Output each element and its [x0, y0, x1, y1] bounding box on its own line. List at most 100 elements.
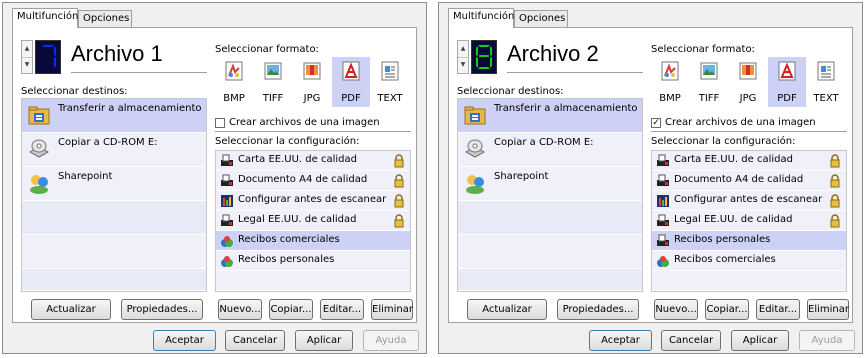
destinations-list[interactable]: Transferir a almacenamiento Copiar a CD-… — [21, 98, 207, 292]
format-pdf[interactable]: PDF — [768, 57, 806, 107]
spin-up-icon[interactable]: ▲ — [22, 41, 32, 58]
destination-copiar-cd-rom[interactable]: Copiar a CD-ROM E: — [22, 133, 206, 167]
cd-rom-icon — [464, 139, 486, 158]
setting-label: Legal EE.UU. de calidad — [238, 214, 357, 225]
destination-label: Transferir a almacenamiento — [494, 103, 638, 114]
scanner-icon — [221, 154, 233, 166]
sharepoint-icon — [30, 175, 48, 194]
tab-opciones[interactable]: Opciones — [78, 10, 132, 27]
lock-icon — [394, 194, 404, 208]
format-label-text: TEXT — [813, 93, 839, 104]
tab-opciones[interactable]: Opciones — [514, 10, 568, 27]
scan-window-2: Multifunción Opciones ▲ ▼ Archivo 2 Sele… — [438, 2, 863, 354]
setting-label: Recibos personales — [674, 234, 771, 245]
new-button[interactable]: Nuevo... — [218, 299, 262, 320]
tab-multifuncion[interactable]: Multifunción — [448, 8, 514, 28]
copy-button[interactable]: Copiar... — [705, 299, 749, 320]
format-label: Seleccionar formato: — [215, 44, 319, 55]
config-number-spinner[interactable]: ▲ ▼ — [457, 40, 499, 74]
empty-row — [652, 271, 846, 291]
format-tiff[interactable]: TIFF — [254, 57, 292, 107]
setting-carta-eeuu[interactable]: Carta EE.UU. de calidad — [652, 151, 846, 171]
setting-label: Carta EE.UU. de calidad — [674, 154, 793, 165]
scanner-icon — [221, 174, 233, 186]
sharepoint-icon — [466, 175, 484, 194]
destination-sharepoint[interactable]: Sharepoint — [22, 167, 206, 201]
apply-button[interactable]: Aplicar — [295, 330, 353, 351]
format-label-text: JPG — [303, 93, 321, 104]
setting-legal-eeuu[interactable]: Legal EE.UU. de calidad — [652, 211, 846, 231]
setting-configurar-antes[interactable]: Configurar antes de escanear — [216, 191, 410, 211]
refresh-button[interactable]: Actualizar — [467, 299, 547, 320]
destination-label: Transferir a almacenamiento — [58, 103, 202, 114]
destination-copiar-cd-rom[interactable]: Copiar a CD-ROM E: — [458, 133, 642, 167]
setting-recibos-comerciales[interactable]: Recibos comerciales — [216, 231, 410, 251]
config-title: Archivo 1 — [71, 41, 163, 66]
empty-row — [458, 201, 642, 235]
checkbox-label: Crear archivos de una imagen — [229, 117, 380, 128]
format-selector[interactable]: BMP TIFF JPG PDF TEXT — [651, 57, 847, 107]
tab-multifuncion[interactable]: Multifunción — [12, 8, 78, 28]
setting-label: Carta EE.UU. de calidad — [238, 154, 357, 165]
setting-recibos-personales[interactable]: Recibos personales — [652, 231, 846, 251]
setting-recibos-comerciales[interactable]: Recibos comerciales — [652, 251, 846, 271]
divider — [651, 131, 847, 132]
checkbox-box-checked[interactable]: ✓ — [651, 118, 661, 128]
apply-button[interactable]: Aplicar — [731, 330, 789, 351]
tiff-icon — [264, 62, 282, 80]
setting-label: Configurar antes de escanear — [238, 194, 387, 205]
ok-button[interactable]: Aceptar — [589, 330, 652, 351]
spin-up-icon[interactable]: ▲ — [458, 41, 468, 58]
format-text[interactable]: TEXT — [371, 57, 409, 107]
settings-list[interactable]: Carta EE.UU. de calidad Documento A4 de … — [215, 150, 411, 292]
delete-button[interactable]: Eliminar — [807, 299, 849, 320]
format-selector[interactable]: BMP TIFF JPG PDF TEXT — [215, 57, 411, 107]
empty-row — [458, 235, 642, 269]
destinations-list[interactable]: Transferir a almacenamiento Copiar a CD-… — [457, 98, 643, 292]
edit-button[interactable]: Editar... — [320, 299, 364, 320]
new-button[interactable]: Nuevo... — [654, 299, 698, 320]
destination-transferir-almacenamiento[interactable]: Transferir a almacenamiento — [22, 99, 206, 133]
settings-list[interactable]: Carta EE.UU. de calidad Documento A4 de … — [651, 150, 847, 292]
setting-documento-a4[interactable]: Documento A4 de calidad — [216, 171, 410, 191]
spin-buttons[interactable]: ▲ ▼ — [457, 40, 469, 74]
format-text[interactable]: TEXT — [807, 57, 845, 107]
setting-label: Documento A4 de calidad — [674, 174, 804, 185]
pdf-icon — [778, 61, 796, 81]
setting-documento-a4[interactable]: Documento A4 de calidad — [652, 171, 846, 191]
format-pdf[interactable]: PDF — [332, 57, 370, 107]
format-tiff[interactable]: TIFF — [690, 57, 728, 107]
refresh-button[interactable]: Actualizar — [31, 299, 111, 320]
destination-transferir-almacenamiento[interactable]: Transferir a almacenamiento — [458, 99, 642, 133]
format-bmp[interactable]: BMP — [215, 57, 253, 107]
setting-label: Recibos comerciales — [674, 254, 776, 265]
setting-configurar-antes[interactable]: Configurar antes de escanear — [652, 191, 846, 211]
setting-label: Configurar antes de escanear — [674, 194, 823, 205]
lock-icon — [394, 154, 404, 168]
copy-button[interactable]: Copiar... — [269, 299, 313, 320]
ok-button[interactable]: Aceptar — [153, 330, 216, 351]
jpg-icon — [303, 62, 321, 80]
format-label-text: BMP — [223, 93, 245, 104]
setting-carta-eeuu[interactable]: Carta EE.UU. de calidad — [216, 151, 410, 171]
destination-label: Copiar a CD-ROM E: — [58, 137, 158, 148]
empty-row — [22, 235, 206, 269]
cancel-button[interactable]: Cancelar — [225, 330, 285, 351]
edit-button[interactable]: Editar... — [756, 299, 800, 320]
cancel-button[interactable]: Cancelar — [661, 330, 721, 351]
checkbox-box[interactable] — [215, 118, 225, 128]
setting-legal-eeuu[interactable]: Legal EE.UU. de calidad — [216, 211, 410, 231]
format-bmp[interactable]: BMP — [651, 57, 689, 107]
setting-recibos-personales[interactable]: Recibos personales — [216, 251, 410, 271]
spin-buttons[interactable]: ▲ ▼ — [21, 40, 33, 74]
properties-button[interactable]: Propiedades... — [557, 299, 639, 320]
spin-down-icon[interactable]: ▼ — [458, 57, 468, 73]
delete-button[interactable]: Eliminar — [371, 299, 413, 320]
properties-button[interactable]: Propiedades... — [121, 299, 203, 320]
spin-down-icon[interactable]: ▼ — [22, 57, 32, 73]
format-jpg[interactable]: JPG — [293, 57, 331, 107]
config-number-spinner[interactable]: ▲ ▼ — [21, 40, 63, 74]
cd-rom-icon — [28, 139, 50, 158]
destination-sharepoint[interactable]: Sharepoint — [458, 167, 642, 201]
format-jpg[interactable]: JPG — [729, 57, 767, 107]
